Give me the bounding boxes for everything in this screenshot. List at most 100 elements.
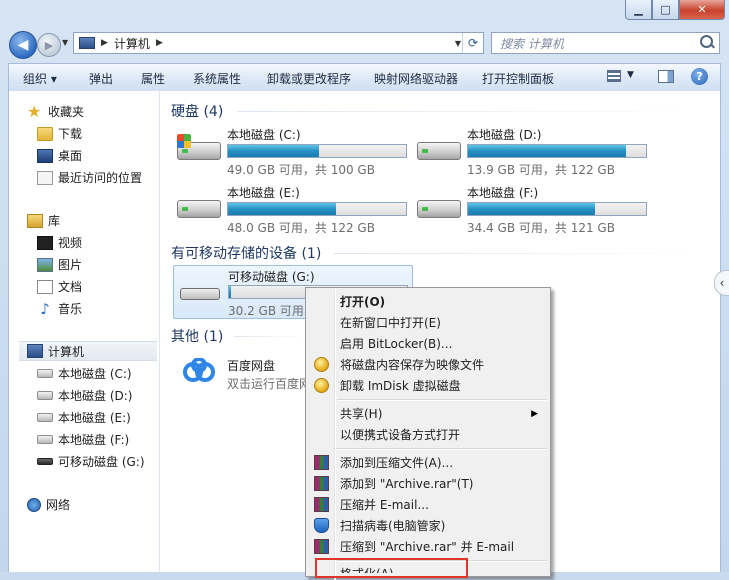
removable-storage-header[interactable]: 有可移动存储的设备 (1) [171, 243, 321, 263]
properties-button[interactable]: 属性 [141, 70, 165, 87]
menu-item-portable-open[interactable]: 以便携式设备方式打开 [308, 424, 548, 445]
maximize-button[interactable]: □ [652, 0, 679, 20]
menu-label: 共享(H) [340, 407, 383, 421]
video-icon [37, 235, 53, 250]
map-network-drive-button[interactable]: 映射网络驱动器 [374, 70, 458, 87]
imdisk-icon [314, 378, 329, 393]
view-dropdown-icon[interactable]: ▼ [627, 70, 634, 80]
history-dropdown-icon[interactable]: ▼ [62, 38, 68, 47]
winrar-icon [314, 455, 329, 470]
open-control-panel-button[interactable]: 打开控制面板 [482, 70, 554, 87]
menu-label: 将磁盘内容保存为映像文件 [340, 358, 485, 372]
nav-libraries[interactable]: 库 [27, 212, 60, 229]
nav-drive-d[interactable]: 本地磁盘 (D:) [37, 387, 132, 404]
drive-name: 可移动磁盘 (G:) [228, 270, 315, 284]
menu-label: 以便携式设备方式打开 [340, 428, 461, 442]
organize-button[interactable]: 组织 ▾ [23, 70, 57, 87]
back-button[interactable]: ◀ [9, 31, 37, 59]
nav-label: 可移动磁盘 (G:) [58, 455, 145, 469]
menu-item-scan-virus[interactable]: 扫描病毒(电脑管家) [308, 515, 548, 536]
capacity-fill [468, 203, 596, 215]
nav-recent[interactable]: 最近访问的位置 [37, 169, 142, 186]
drive-free-space: 13.9 GB 可用，共 122 GB [467, 163, 615, 177]
drive-free-space: 49.0 GB 可用，共 100 GB [227, 163, 375, 177]
document-icon [37, 279, 53, 294]
nav-label: 收藏夹 [48, 105, 85, 119]
menu-item-compress-rar-email[interactable]: 压缩到 "Archive.rar" 并 E-mail [308, 536, 548, 557]
breadcrumb-computer[interactable]: 计算机 [114, 35, 150, 52]
expand-panel-chevron-icon[interactable]: ‹ [714, 270, 729, 296]
preview-pane-icon[interactable] [658, 70, 674, 83]
nav-drive-c[interactable]: 本地磁盘 (C:) [37, 365, 132, 382]
menu-label: 在新窗口中打开(E) [340, 316, 441, 330]
eject-button[interactable]: 弹出 [89, 70, 113, 87]
nav-music[interactable]: ♪ 音乐 [37, 300, 82, 317]
breadcrumb-separator[interactable]: ▶ [101, 38, 108, 48]
menu-item-add-archive[interactable]: 添加到压缩文件(A)... [308, 452, 548, 473]
menu-item-save-image[interactable]: 将磁盘内容保存为映像文件 [308, 354, 548, 375]
view-options-icon[interactable] [607, 70, 621, 82]
recent-places-icon [37, 170, 53, 185]
close-button[interactable]: ✕ [679, 0, 725, 20]
menu-item-share[interactable]: 共享(H) ▶ [308, 403, 548, 424]
nav-drive-f[interactable]: 本地磁盘 (F:) [37, 431, 129, 448]
nav-favorites[interactable]: ★ 收藏夹 [27, 103, 84, 120]
menu-item-open[interactable]: 打开(O) [308, 291, 548, 312]
nav-label: 计算机 [48, 344, 85, 359]
uninstall-program-button[interactable]: 卸载或更改程序 [267, 70, 351, 87]
refresh-button[interactable]: ⟳ [462, 33, 483, 53]
pane-splitter[interactable] [159, 91, 160, 572]
computer-icon [27, 344, 43, 358]
nav-label: 音乐 [58, 302, 83, 316]
nav-label: 下载 [58, 127, 83, 141]
address-dropdown-icon[interactable]: ▼ [455, 39, 461, 48]
hard-disks-header[interactable]: 硬盘 (4) [171, 101, 223, 121]
search-placeholder: 搜索 计算机 [500, 36, 564, 51]
nav-label: 本地磁盘 (E:) [58, 411, 131, 425]
menu-item-unmount-imdisk[interactable]: 卸载 ImDisk 虚拟磁盘 [308, 375, 548, 396]
nav-desktop[interactable]: 桌面 [37, 147, 82, 164]
usb-drive-icon [37, 458, 53, 465]
nav-label: 视频 [58, 236, 83, 250]
winrar-icon [314, 539, 329, 554]
winrar-icon [314, 497, 329, 512]
other-header[interactable]: 其他 (1) [171, 326, 223, 346]
drive-item-c[interactable]: 本地磁盘 (C:) 49.0 GB 可用，共 100 GB [173, 124, 413, 178]
hard-drive-icon [37, 369, 53, 378]
command-bar: 组织 ▾ 弹出 属性 系统属性 卸载或更改程序 映射网络驱动器 打开控制面板 ▼… [8, 63, 721, 91]
nav-downloads[interactable]: 下载 [37, 125, 82, 142]
menu-item-compress-email[interactable]: 压缩并 E-mail... [308, 494, 548, 515]
computer-icon [79, 37, 95, 49]
menu-item-open-new-window[interactable]: 在新窗口中打开(E) [308, 312, 548, 333]
drive-item-e[interactable]: 本地磁盘 (E:) 48.0 GB 可用，共 122 GB [173, 182, 413, 236]
nav-pictures[interactable]: 图片 [37, 256, 82, 273]
nav-documents[interactable]: 文档 [37, 278, 82, 295]
nav-drive-g[interactable]: 可移动磁盘 (G:) [37, 453, 145, 470]
hard-drive-icon [417, 142, 461, 160]
menu-item-bitlocker[interactable]: 启用 BitLocker(B)... [308, 333, 548, 354]
drive-item-f[interactable]: 本地磁盘 (F:) 34.4 GB 可用，共 121 GB [413, 182, 653, 236]
forward-button[interactable]: ▶ [37, 33, 61, 57]
nav-videos[interactable]: 视频 [37, 234, 82, 251]
shield-icon [314, 518, 329, 533]
search-icon[interactable] [700, 35, 713, 48]
nav-drive-e[interactable]: 本地磁盘 (E:) [37, 409, 131, 426]
help-icon[interactable]: ? [691, 68, 708, 85]
search-input[interactable]: 搜索 计算机 [491, 32, 720, 54]
navigation-pane: ★ 收藏夹 下载 桌面 最近访问的位置 库 视频 图片 文档 ♪ 音乐 计算机 … [9, 91, 159, 572]
music-note-icon: ♪ [40, 299, 50, 318]
nav-network[interactable]: 网络 [27, 496, 70, 513]
highlight-box [315, 558, 468, 578]
baidu-netdisk-item[interactable]: 百度网盘 双击运行百度网 [173, 352, 311, 406]
drive-item-d[interactable]: 本地磁盘 (D:) 13.9 GB 可用，共 122 GB [413, 124, 653, 178]
capacity-bar [467, 144, 647, 158]
group-divider [334, 253, 707, 254]
breadcrumb-separator-end[interactable]: ▶ [156, 38, 163, 48]
drive-free-space: 34.4 GB 可用，共 121 GB [467, 221, 615, 235]
minimize-button[interactable]: ▁ [625, 0, 652, 20]
nav-label: 本地磁盘 (F:) [58, 433, 130, 447]
menu-item-add-archive-rar[interactable]: 添加到 "Archive.rar"(T) [308, 473, 548, 494]
nav-computer[interactable]: 计算机 [19, 341, 157, 361]
system-properties-button[interactable]: 系统属性 [193, 70, 241, 87]
address-bar[interactable]: ▶ 计算机 ▶ ▼ ⟳ [73, 32, 484, 54]
